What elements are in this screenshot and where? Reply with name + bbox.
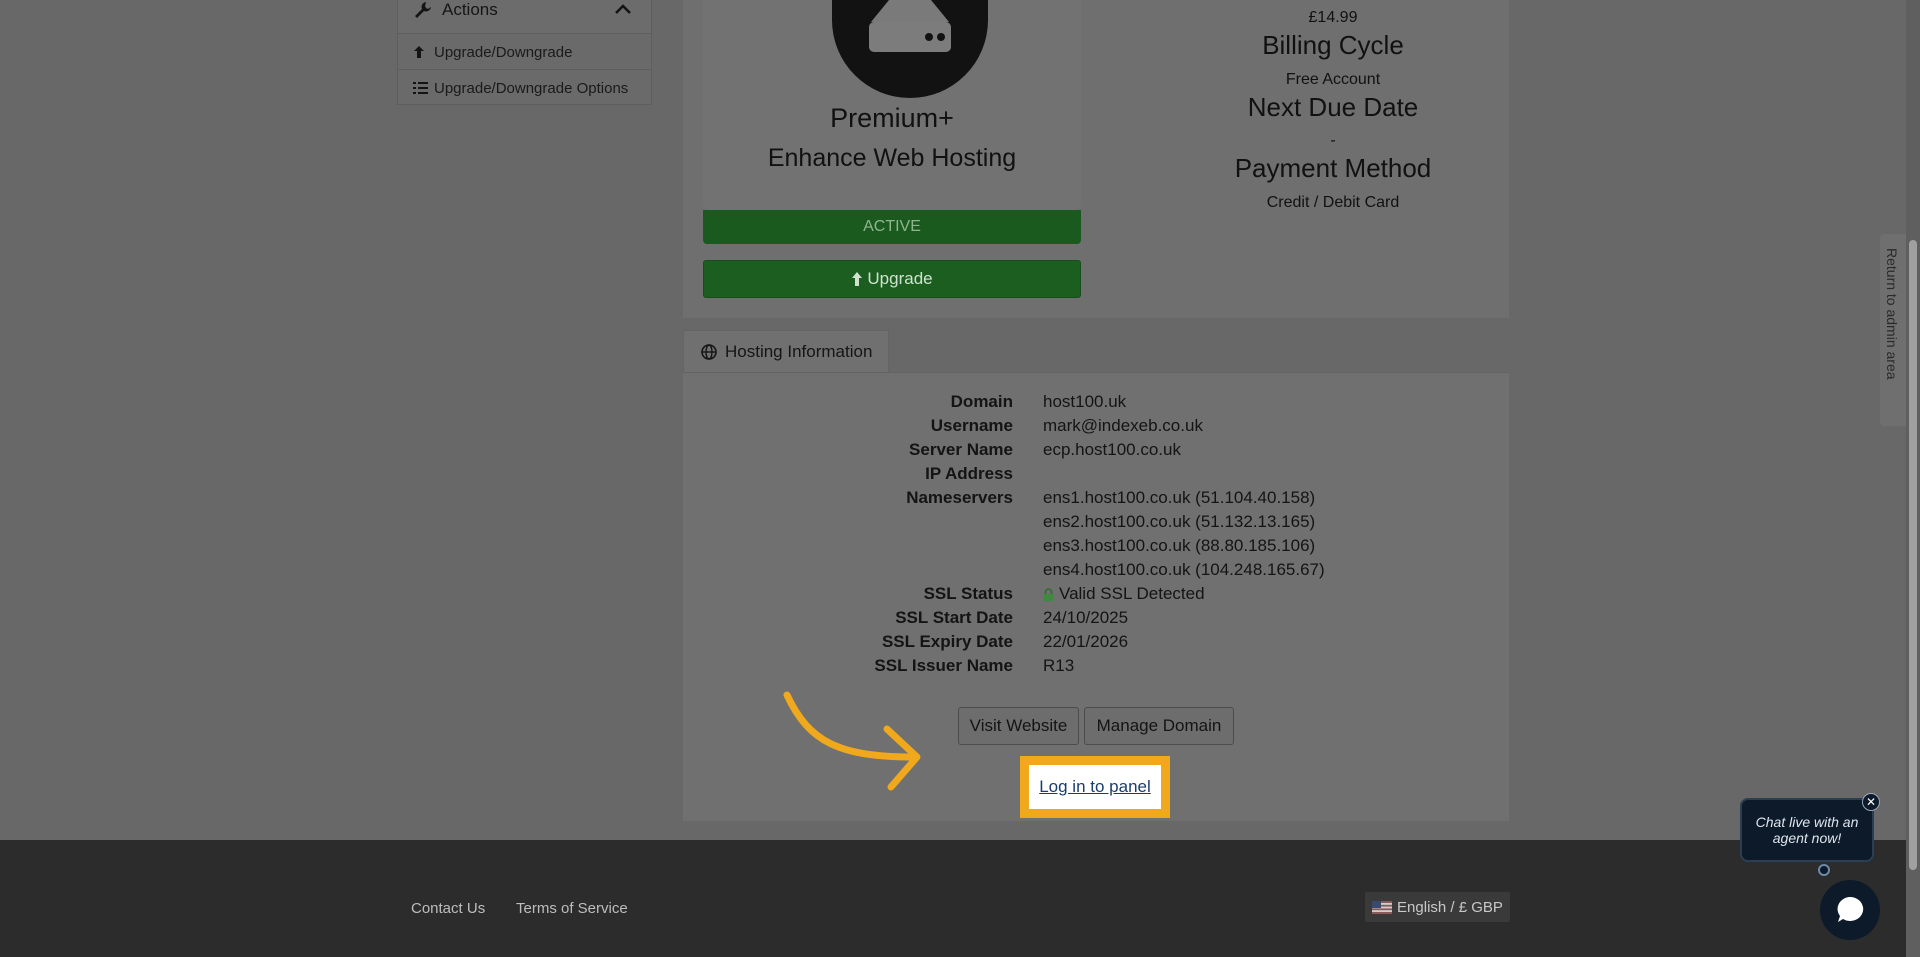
ssl-status-text: Valid SSL Detected	[1059, 584, 1205, 603]
tab-label: Hosting Information	[725, 341, 873, 361]
row-value-ssl-status: Valid SSL Detected	[1043, 584, 1205, 604]
upload-arrow-icon	[852, 272, 863, 286]
scrollbar[interactable]	[1906, 0, 1920, 957]
lock-icon	[1043, 587, 1054, 601]
sidebar-item-upgrade-downgrade-options[interactable]: Upgrade/Downgrade Options	[398, 69, 651, 106]
hosting-information-panel: Domain host100.uk Username mark@indexeb.…	[683, 372, 1509, 821]
sidebar-item-label: Upgrade/Downgrade Options	[434, 79, 629, 97]
row-value-nameserver-2: ens2.host100.co.uk (51.132.13.165)	[1043, 512, 1316, 531]
hosting-details: Domain host100.uk Username mark@indexeb.…	[683, 392, 1509, 675]
row-label-username: Username	[930, 416, 1013, 435]
upload-arrow-icon	[414, 46, 424, 58]
row-value-nameserver-1: ens1.host100.co.uk (51.104.40.158)	[1043, 488, 1316, 507]
language-currency-label: English / £ GBP	[1397, 898, 1503, 916]
row-label-ssl-issuer-name: SSL Issuer Name	[874, 656, 1013, 675]
row-label-ssl-expiry-date: SSL Expiry Date	[881, 632, 1013, 651]
price-value: £14.99	[1308, 9, 1358, 26]
chat-bubble-tail-dot	[1818, 864, 1830, 876]
chat-invite-bubble[interactable]: Chat live with an agent now!	[1740, 798, 1874, 862]
scrollbar-thumb[interactable]	[1909, 240, 1917, 870]
manage-domain-button[interactable]: Manage Domain	[1084, 707, 1234, 745]
globe-icon	[701, 343, 717, 360]
terms-of-service-link[interactable]: Terms of Service	[516, 900, 628, 917]
server-icon	[832, 0, 988, 98]
row-label-ssl-start-date: SSL Start Date	[895, 608, 1013, 627]
row-value-username: mark@indexeb.co.uk	[1043, 416, 1203, 435]
sidebar-item-upgrade-downgrade[interactable]: Upgrade/Downgrade	[398, 34, 651, 70]
row-value-nameserver-3: ens3.host100.co.uk (88.80.185.106)	[1043, 536, 1316, 555]
chevron-up-icon[interactable]	[614, 2, 632, 16]
login-highlight-box: Log in to panel	[1020, 756, 1170, 818]
row-label-ssl-status: SSL Status	[923, 584, 1013, 603]
product-card: Premium+ Enhance Web Hosting ACTIVE Upgr…	[683, 0, 1509, 318]
visit-website-button[interactable]: Visit Website	[958, 707, 1079, 745]
return-to-admin-area-label: Return to admin area	[1884, 248, 1900, 380]
chat-close-button[interactable]: ✕	[1862, 793, 1880, 811]
billing-cycle-label: Billing Cycle	[1262, 30, 1404, 60]
row-value-ssl-expiry-date: 22/01/2026	[1043, 632, 1129, 651]
product-group: Enhance Web Hosting	[767, 144, 1017, 172]
footer: Contact Us Terms of Service English / £ …	[0, 840, 1920, 957]
log-in-to-panel-link[interactable]: Log in to panel	[1029, 765, 1161, 809]
chat-launcher-button[interactable]	[1820, 880, 1880, 940]
return-to-admin-area-tab[interactable]: Return to admin area	[1880, 234, 1906, 426]
sidebar-actions-panel: Actions Upgrade/Downgrade Upgrade/Downgr…	[397, 0, 652, 105]
next-due-date-label: Next Due Date	[1247, 92, 1419, 122]
row-label-server-name: Server Name	[909, 440, 1013, 459]
row-label-ip-address: IP Address	[925, 464, 1013, 483]
product-name: Premium+	[830, 103, 954, 133]
row-value-ssl-issuer-name: R13	[1043, 656, 1075, 675]
contact-us-link[interactable]: Contact Us	[411, 900, 485, 917]
language-currency-button[interactable]: English / £ GBP	[1365, 892, 1510, 922]
sidebar-header[interactable]: Actions	[398, 0, 651, 34]
row-value-ssl-start-date: 24/10/2025	[1043, 608, 1129, 627]
status-badge: ACTIVE	[703, 210, 1081, 244]
payment-method-label: Payment Method	[1234, 153, 1432, 183]
billing-cycle-value: Free Account	[1285, 71, 1381, 88]
wrench-icon	[415, 2, 431, 18]
next-due-date-value: -	[1330, 132, 1336, 149]
sidebar-item-label: Upgrade/Downgrade	[434, 43, 573, 61]
tab-hosting-information[interactable]: Hosting Information	[683, 330, 889, 372]
chat-icon	[1837, 896, 1864, 922]
row-value-domain: host100.uk	[1043, 392, 1127, 411]
row-label-nameservers: Nameservers	[906, 488, 1013, 507]
list-icon	[413, 82, 428, 94]
row-value-nameserver-4: ens4.host100.co.uk (104.248.165.67)	[1043, 560, 1325, 579]
chat-invite-text: Chat live with an agent now!	[1755, 814, 1859, 846]
close-icon: ✕	[1865, 795, 1877, 809]
upgrade-button-label: Upgrade	[867, 269, 933, 288]
sidebar-header-title: Actions	[442, 0, 498, 19]
row-value-server-name: ecp.host100.co.uk	[1043, 440, 1181, 459]
upgrade-button[interactable]: Upgrade	[703, 260, 1081, 298]
payment-method-value: Credit / Debit Card	[1266, 194, 1400, 211]
curved-arrow-icon	[783, 691, 921, 791]
us-flag-icon	[1372, 900, 1393, 914]
row-label-domain: Domain	[950, 392, 1013, 411]
